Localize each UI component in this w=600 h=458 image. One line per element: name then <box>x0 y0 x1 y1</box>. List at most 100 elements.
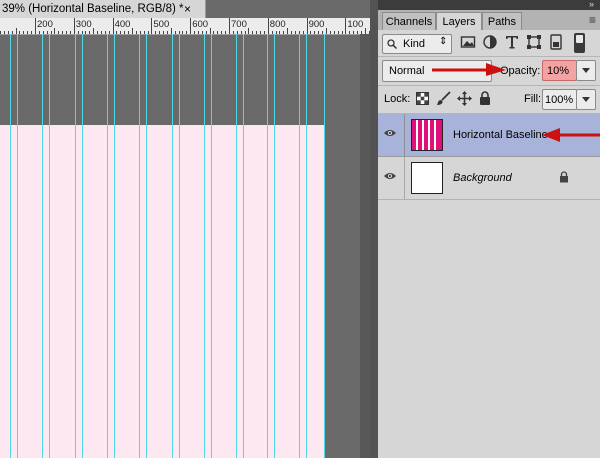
eye-icon[interactable] <box>384 171 396 181</box>
ruler-tick <box>252 31 253 34</box>
ruler-tick <box>295 31 296 34</box>
ruler-label: 600 <box>192 19 209 30</box>
ruler-tick <box>8 31 9 34</box>
lock-transparent-icon[interactable] <box>416 92 429 105</box>
ruler-tick <box>303 31 304 34</box>
ruler-tick <box>287 28 288 34</box>
ruler-tick <box>310 31 311 34</box>
collapse-panel-icon[interactable]: » <box>589 0 594 9</box>
panel-tabs: Channels Layers Paths ≡ <box>378 10 600 31</box>
close-icon[interactable]: × <box>184 2 191 16</box>
shape-filter-icon[interactable] <box>526 34 542 50</box>
ruler-tick <box>151 18 152 34</box>
ruler-label: 200 <box>37 19 53 30</box>
ruler-tick <box>276 31 277 34</box>
lock-all-icon[interactable] <box>479 91 491 105</box>
chevron-down-icon <box>582 68 590 73</box>
ruler-tick <box>202 31 203 34</box>
ruler-tick <box>353 31 354 34</box>
guide-line[interactable] <box>172 34 173 458</box>
guide-line[interactable] <box>211 34 212 458</box>
guide-line[interactable] <box>236 34 237 458</box>
layer-name[interactable]: Horizontal Baseline <box>453 129 548 141</box>
ruler-tick <box>19 31 20 34</box>
tab-label: Channels <box>385 16 433 28</box>
guide-line[interactable] <box>42 34 43 458</box>
ruler-tick <box>78 31 79 34</box>
fill-label: Fill: <box>524 93 542 105</box>
horizontal-ruler[interactable]: 200 300 400 500 600 700 800 900 100 <box>0 18 370 35</box>
image-filter-icon[interactable] <box>460 34 476 50</box>
blend-mode-value: Normal <box>389 65 425 77</box>
ruler-tick <box>97 31 98 34</box>
ruler-tick <box>237 31 238 34</box>
guide-line[interactable] <box>139 34 140 458</box>
ruler-tick <box>163 31 164 34</box>
fill-input[interactable]: 100% <box>542 89 577 110</box>
guide-line[interactable] <box>107 34 108 458</box>
layer-thumbnail[interactable] <box>411 119 443 151</box>
ruler-tick <box>159 31 160 34</box>
ruler-label: 900 <box>308 19 325 30</box>
lock-position-icon[interactable] <box>457 91 472 106</box>
ruler-tick <box>233 31 234 34</box>
guide-line[interactable] <box>243 34 244 458</box>
tab-layers[interactable]: Layers <box>436 12 482 31</box>
annotation-arrow-opacity <box>432 63 506 76</box>
opacity-dropdown-button[interactable] <box>576 60 596 81</box>
document-tab[interactable]: 39% (Horizontal Baseline, RGB/8) * × <box>0 0 206 18</box>
guide-line[interactable] <box>75 34 76 458</box>
guide-line[interactable] <box>10 34 11 458</box>
ruler-tick <box>54 28 55 34</box>
ruler-tick <box>260 31 261 34</box>
ruler-tick <box>74 18 75 34</box>
filter-kind-select[interactable]: Kind ⇕ <box>382 34 452 54</box>
ruler-tick <box>326 28 327 34</box>
guide-line[interactable] <box>204 34 205 458</box>
guide-line[interactable] <box>306 34 307 458</box>
ruler-tick <box>93 28 94 34</box>
guide-line[interactable] <box>267 34 268 458</box>
lock-icon <box>560 171 568 183</box>
tab-channels[interactable]: Channels <box>382 12 436 31</box>
smart-object-filter-icon[interactable] <box>548 34 564 50</box>
layer-thumbnail[interactable] <box>411 162 443 194</box>
type-filter-icon[interactable] <box>504 34 520 50</box>
guide-line[interactable] <box>179 34 180 458</box>
tab-paths[interactable]: Paths <box>482 12 522 31</box>
fill-dropdown-button[interactable] <box>576 89 596 110</box>
ruler-tick <box>62 31 63 34</box>
ruler-tick <box>349 31 350 34</box>
guide-line[interactable] <box>324 34 325 458</box>
ruler-tick <box>279 31 280 34</box>
document-tab-title: 39% (Horizontal Baseline, RGB/8) * <box>2 3 184 15</box>
ruler-tick <box>66 31 67 34</box>
layer-name[interactable]: Background <box>453 172 512 184</box>
ruler-tick <box>140 31 141 34</box>
guide-line[interactable] <box>114 34 115 458</box>
guide-line[interactable] <box>49 34 50 458</box>
ruler-tick <box>27 31 28 34</box>
guide-line[interactable] <box>274 34 275 458</box>
ruler-tick <box>113 18 114 34</box>
ruler-tick <box>334 31 335 34</box>
lock-image-icon[interactable] <box>436 91 451 106</box>
ruler-tick <box>124 31 125 34</box>
updown-chevron-icon: ⇕ <box>439 36 448 47</box>
ruler-label: 700 <box>231 19 247 30</box>
guide-line[interactable] <box>299 34 300 458</box>
panel-menu-icon[interactable]: ≡ <box>589 13 596 27</box>
ruler-tick <box>85 31 86 34</box>
opacity-input[interactable]: 10% <box>542 60 577 81</box>
guide-line[interactable] <box>82 34 83 458</box>
layer-row-background[interactable]: Background <box>378 157 600 200</box>
ruler-tick <box>186 31 187 34</box>
divider <box>378 56 600 57</box>
adjustment-filter-icon[interactable] <box>482 34 498 50</box>
guide-line[interactable] <box>146 34 147 458</box>
ruler-tick <box>105 31 106 34</box>
guide-line[interactable] <box>17 34 18 458</box>
ruler-tick <box>182 31 183 34</box>
filter-toggle-switch[interactable] <box>574 33 585 53</box>
eye-icon[interactable] <box>384 128 396 138</box>
